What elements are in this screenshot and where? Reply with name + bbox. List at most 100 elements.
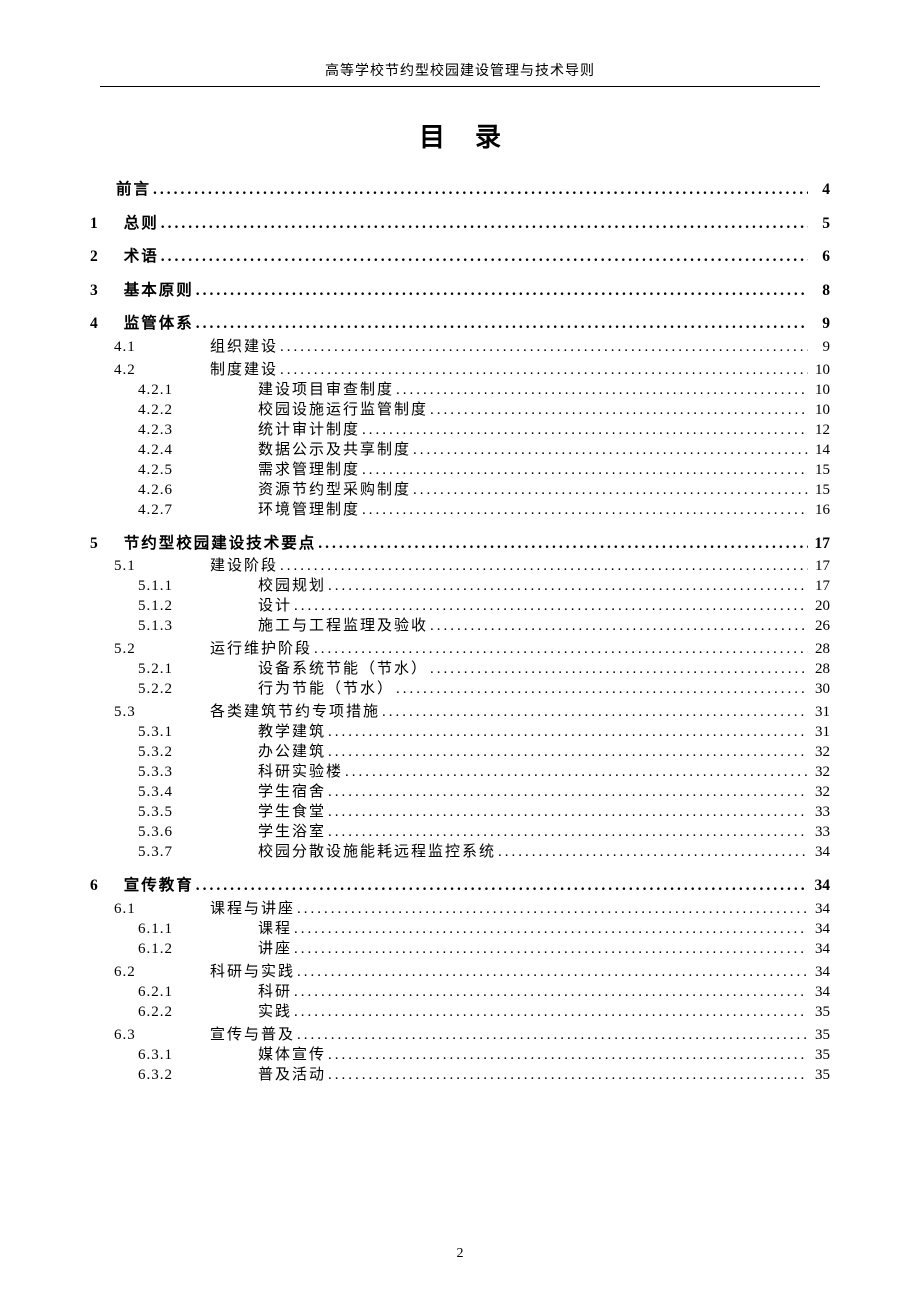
toc-entry-label: 前言 bbox=[116, 182, 151, 198]
toc-entry-number: 5.3.4 bbox=[90, 785, 258, 800]
toc-leader-dots bbox=[294, 599, 808, 614]
toc-entry-number: 5.3.5 bbox=[90, 805, 258, 820]
toc-entry-page: 35 bbox=[810, 1005, 830, 1020]
toc-entry-label: 课程与讲座 bbox=[210, 902, 295, 917]
toc-entry-number: 6.1.2 bbox=[90, 942, 258, 957]
toc-leader-dots bbox=[153, 182, 808, 198]
toc-entry-number: 5.2 bbox=[90, 642, 210, 657]
toc-entry-label: 运行维护阶段 bbox=[210, 642, 312, 657]
toc-entry: 5.2.2行为节能（节水）30 bbox=[90, 682, 830, 697]
toc-leader-dots bbox=[196, 316, 808, 332]
toc-entry: 6.3.2普及活动35 bbox=[90, 1068, 830, 1083]
toc-entry: 6.2科研与实践34 bbox=[90, 965, 830, 980]
toc-entry-number: 6 bbox=[90, 878, 116, 894]
toc-entry: 6.1.2讲座34 bbox=[90, 942, 830, 957]
toc-entry-label: 科研 bbox=[258, 985, 292, 1000]
toc-entry-page: 17 bbox=[810, 559, 830, 574]
toc-entry-page: 17 bbox=[810, 579, 830, 594]
toc-body: 前言41 总则52 术语63 基本原则84 监管体系94.1组织建设94.2制度… bbox=[90, 182, 830, 1083]
toc-entry-page: 26 bbox=[810, 619, 830, 634]
toc-entry: 6.3宣传与普及35 bbox=[90, 1028, 830, 1043]
toc-entry-page: 5 bbox=[810, 216, 830, 232]
toc-entry-label: 资源节约型采购制度 bbox=[258, 483, 411, 498]
toc-entry-page: 34 bbox=[810, 845, 830, 860]
toc-leader-dots bbox=[396, 383, 808, 398]
toc-entry: 5.3各类建筑节约专项措施31 bbox=[90, 705, 830, 720]
toc-entry: 5.3.4学生宿舍32 bbox=[90, 785, 830, 800]
toc-entry-number: 4.1 bbox=[90, 340, 210, 355]
toc-entry: 4.2.7环境管理制度16 bbox=[90, 503, 830, 518]
toc-entry-label: 设备系统节能（节水） bbox=[258, 662, 428, 677]
toc-leader-dots bbox=[382, 705, 808, 720]
toc-entry-label: 需求管理制度 bbox=[258, 463, 360, 478]
toc-entry: 前言4 bbox=[90, 182, 830, 198]
toc-entry-number: 5.3.7 bbox=[90, 845, 258, 860]
toc-title: 目录 bbox=[90, 117, 830, 154]
toc-entry: 4.2.4数据公示及共享制度14 bbox=[90, 443, 830, 458]
toc-entry: 1 总则5 bbox=[90, 216, 830, 232]
toc-entry-label: 基本原则 bbox=[124, 283, 194, 299]
toc-leader-dots bbox=[161, 249, 808, 265]
toc-entry: 4.2制度建设10 bbox=[90, 363, 830, 378]
toc-entry-page: 10 bbox=[810, 383, 830, 398]
toc-entry-label: 校园分散设施能耗远程监控系统 bbox=[258, 845, 496, 860]
toc-entry-label: 媒体宣传 bbox=[258, 1048, 326, 1063]
toc-leader-dots bbox=[413, 483, 808, 498]
toc-entry: 6.1课程与讲座34 bbox=[90, 902, 830, 917]
toc-entry-number: 6.2 bbox=[90, 965, 210, 980]
toc-entry-label: 行为节能（节水） bbox=[258, 682, 394, 697]
toc-entry-label: 讲座 bbox=[258, 942, 292, 957]
toc-entry-number: 6.3.2 bbox=[90, 1068, 258, 1083]
toc-leader-dots bbox=[314, 642, 808, 657]
toc-entry-number: 6.2.2 bbox=[90, 1005, 258, 1020]
toc-entry-number: 6.1 bbox=[90, 902, 210, 917]
toc-leader-dots bbox=[280, 363, 808, 378]
toc-leader-dots bbox=[328, 745, 808, 760]
toc-entry-page: 34 bbox=[810, 965, 830, 980]
toc-entry-label: 实践 bbox=[258, 1005, 292, 1020]
toc-entry: 5.3.5学生食堂 33 bbox=[90, 805, 830, 820]
toc-entry: 5.3.7校园分散设施能耗远程监控系统 34 bbox=[90, 845, 830, 860]
toc-leader-dots bbox=[297, 902, 808, 917]
toc-entry-number: 5.3 bbox=[90, 705, 210, 720]
toc-entry: 3 基本原则 8 bbox=[90, 283, 830, 299]
toc-entry-page: 12 bbox=[810, 423, 830, 438]
toc-leader-dots bbox=[430, 662, 808, 677]
toc-entry-page: 8 bbox=[810, 283, 830, 299]
toc-entry-page: 28 bbox=[810, 662, 830, 677]
toc-entry-number: 6.1.1 bbox=[90, 922, 258, 937]
toc-entry-number: 6.3.1 bbox=[90, 1048, 258, 1063]
toc-entry: 5.3.2办公建筑32 bbox=[90, 745, 830, 760]
toc-entry-page: 33 bbox=[810, 825, 830, 840]
toc-leader-dots bbox=[196, 878, 808, 894]
toc-leader-dots bbox=[196, 283, 808, 299]
toc-entry-label: 监管体系 bbox=[124, 316, 194, 332]
toc-entry: 5.2.1设备系统节能（节水）28 bbox=[90, 662, 830, 677]
toc-entry-page: 10 bbox=[810, 403, 830, 418]
toc-entry-number: 4.2.4 bbox=[90, 443, 258, 458]
toc-entry-page: 33 bbox=[810, 805, 830, 820]
toc-entry-number: 3 bbox=[90, 283, 116, 299]
toc-entry-label: 办公建筑 bbox=[258, 745, 326, 760]
toc-entry-label: 术语 bbox=[124, 249, 159, 265]
toc-entry-page: 35 bbox=[810, 1048, 830, 1063]
toc-leader-dots bbox=[430, 619, 808, 634]
toc-entry-label: 学生宿舍 bbox=[258, 785, 326, 800]
toc-entry-label: 教学建筑 bbox=[258, 725, 326, 740]
toc-entry-page: 20 bbox=[810, 599, 830, 614]
toc-entry-page: 34 bbox=[810, 878, 830, 894]
toc-entry: 5.2运行维护阶段28 bbox=[90, 642, 830, 657]
toc-entry-label: 统计审计制度 bbox=[258, 423, 360, 438]
toc-entry-label: 建设阶段 bbox=[210, 559, 278, 574]
document-page: 高等学校节约型校园建设管理与技术导则 目录 前言41 总则52 术语63 基本原… bbox=[0, 0, 920, 1302]
toc-leader-dots bbox=[328, 1068, 808, 1083]
toc-entry-label: 施工与工程监理及验收 bbox=[258, 619, 428, 634]
toc-entry-page: 31 bbox=[810, 725, 830, 740]
toc-entry: 5.3.6学生浴室33 bbox=[90, 825, 830, 840]
toc-leader-dots bbox=[294, 1005, 808, 1020]
toc-entry-number: 4.2.5 bbox=[90, 463, 258, 478]
toc-entry-number: 5.1.2 bbox=[90, 599, 258, 614]
toc-entry-label: 学生浴室 bbox=[258, 825, 326, 840]
toc-entry-label: 学生食堂 bbox=[258, 805, 326, 820]
toc-entry-label: 普及活动 bbox=[258, 1068, 326, 1083]
